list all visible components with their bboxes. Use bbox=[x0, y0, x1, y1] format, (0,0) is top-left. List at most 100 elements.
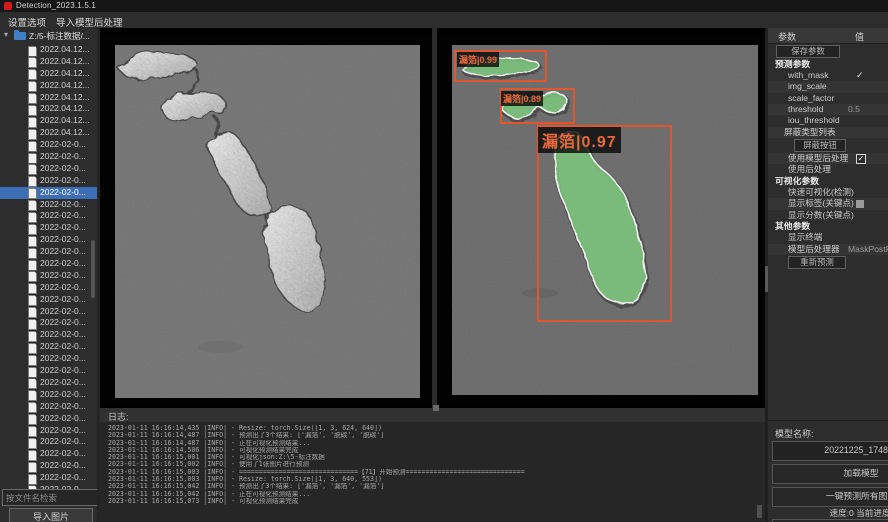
tree-item[interactable]: 2022-02-0... bbox=[0, 175, 97, 187]
log-line: 2023-01-11 16:16:15,003 |INFO| - Resize:… bbox=[108, 476, 758, 483]
tree-item[interactable]: 2022-02-0... bbox=[0, 151, 97, 163]
checkmark-icon[interactable]: ✓ bbox=[856, 70, 864, 81]
filename-search-input[interactable] bbox=[2, 489, 100, 506]
param-label: scale_factor bbox=[788, 93, 834, 104]
tree-item[interactable]: 2022-02-0... bbox=[0, 282, 97, 294]
tree-item-label: 2022.04.12... bbox=[40, 115, 94, 127]
tree-item[interactable]: 2022-02-0... bbox=[0, 460, 97, 472]
file-icon bbox=[28, 200, 37, 211]
detection-box bbox=[537, 125, 672, 322]
log-scrollbar[interactable] bbox=[757, 505, 762, 518]
tree-item-label: 2022-02-0... bbox=[40, 139, 94, 151]
checkbox-checked-icon[interactable]: ✓ bbox=[856, 154, 866, 164]
tree-item[interactable]: 2022-02-0... bbox=[0, 413, 97, 425]
param-section-header: 预测参数 bbox=[768, 59, 888, 70]
checkbox-unchecked-icon[interactable] bbox=[856, 200, 864, 208]
predict-all-button[interactable]: 一键预测所有图片 bbox=[772, 487, 888, 507]
tree-item-label: 2022-02-0... bbox=[40, 222, 94, 234]
file-icon bbox=[28, 188, 37, 199]
tree-item[interactable]: 2022-02-0... bbox=[0, 436, 97, 448]
param-button[interactable]: 屏蔽按钮 bbox=[794, 139, 846, 152]
chevron-down-icon[interactable]: ▾ bbox=[4, 30, 8, 39]
tree-item[interactable]: 2022-02-0... bbox=[0, 163, 97, 175]
tree-item-label: 2022-02-0... bbox=[40, 258, 94, 270]
load-model-button[interactable]: 加载模型 bbox=[772, 464, 888, 484]
file-icon bbox=[28, 81, 37, 92]
tree-item[interactable]: 2022-02-0... bbox=[0, 234, 97, 246]
file-icon bbox=[28, 283, 37, 294]
tree-item[interactable]: 2022.04.12... bbox=[0, 68, 97, 80]
tree-item[interactable]: 2022.04.12... bbox=[0, 115, 97, 127]
log-line: 2023-01-11 16:16:15,042 |INFO| - 预测出了3个结… bbox=[108, 483, 758, 490]
param-row[interactable]: 使用后处理 bbox=[768, 164, 888, 175]
tree-item[interactable]: 2022-02-0... bbox=[0, 210, 97, 222]
detection-label: 漏箔|0.89 bbox=[501, 91, 543, 106]
tree-item[interactable]: 2022-02-0... bbox=[0, 353, 97, 365]
tree-item-label: 2022-02-0... bbox=[40, 175, 94, 187]
tree-item[interactable]: 2022-02-0... bbox=[0, 258, 97, 270]
param-row[interactable]: 模型后处理器MaskPostPro bbox=[768, 244, 888, 255]
tree-item[interactable]: 2022-02-0... bbox=[0, 425, 97, 437]
file-icon bbox=[28, 450, 37, 461]
tree-item[interactable]: 2022-02-0... bbox=[0, 222, 97, 234]
tree-item[interactable]: 2022-02-0... bbox=[0, 448, 97, 460]
param-row[interactable]: scale_factor bbox=[768, 93, 888, 104]
file-icon bbox=[28, 402, 37, 413]
tree-item[interactable]: 2022-02-0... bbox=[0, 246, 97, 258]
tree-item[interactable]: 2022-02-0... bbox=[0, 187, 97, 199]
param-row[interactable]: 快速可视化(检测) bbox=[768, 187, 888, 198]
param-row[interactable]: with_mask✓ bbox=[768, 70, 888, 81]
tree-item-label: 2022-02-0... bbox=[40, 413, 94, 425]
tree-item[interactable]: 2022.04.12... bbox=[0, 56, 97, 68]
tree-item[interactable]: 2022-02-0... bbox=[0, 139, 97, 151]
log-line: 2023-01-11 16:16:14,435 |INFO| - Resize:… bbox=[108, 425, 758, 432]
tree-item[interactable]: 2022.04.12... bbox=[0, 80, 97, 92]
model-name-field[interactable]: 20221225_174813 bbox=[772, 441, 888, 461]
param-row[interactable]: 屏蔽类型列表 bbox=[768, 127, 888, 138]
model-name-label: 模型名称: bbox=[775, 427, 814, 440]
app-window: Detection_2023.1.5.1 设置选项 导入模型后处理 ▾ Z:/5… bbox=[0, 0, 888, 522]
source-image-canvas[interactable] bbox=[115, 45, 420, 398]
tree-scrollbar[interactable] bbox=[91, 240, 95, 298]
tree-item[interactable]: 2022.04.12... bbox=[0, 92, 97, 104]
tree-item-label: 2022.04.12... bbox=[40, 56, 94, 68]
log-panel[interactable]: 2023-01-11 16:16:14,435 |INFO| - Resize:… bbox=[100, 408, 765, 522]
tree-item-label: 2022-02-0... bbox=[40, 353, 94, 365]
param-button[interactable]: 重新预测 bbox=[788, 256, 846, 269]
file-icon bbox=[28, 462, 37, 473]
param-row[interactable]: iou_threshold bbox=[768, 115, 888, 126]
tree-item[interactable]: 2022.04.12... bbox=[0, 127, 97, 139]
tree-item[interactable]: 2022-02-0... bbox=[0, 294, 97, 306]
splitter-grip[interactable] bbox=[433, 405, 439, 411]
tree-item-label: 2022-02-0... bbox=[40, 365, 94, 377]
tree-item[interactable]: 2022-02-0... bbox=[0, 270, 97, 282]
import-images-button[interactable]: 导入图片 bbox=[9, 508, 93, 522]
tree-item[interactable]: 2022.04.12... bbox=[0, 44, 97, 56]
file-icon bbox=[28, 260, 37, 271]
tree-item[interactable]: 2022-02-0... bbox=[0, 401, 97, 413]
tree-item[interactable]: 2022-02-0... bbox=[0, 317, 97, 329]
param-label: 快速可视化(检测) bbox=[788, 187, 854, 198]
param-row[interactable]: threshold0.5 bbox=[768, 104, 888, 115]
param-row[interactable]: 显示终端 bbox=[768, 232, 888, 243]
tree-item[interactable]: 2022-02-0... bbox=[0, 341, 97, 353]
tree-item[interactable]: 2022-02-0... bbox=[0, 389, 97, 401]
tree-item[interactable]: 2022-02-0... bbox=[0, 329, 97, 341]
param-row[interactable]: img_scale bbox=[768, 81, 888, 92]
tree-item[interactable]: 2022-02-0... bbox=[0, 365, 97, 377]
param-row[interactable]: 使用模型后处理✓ bbox=[768, 153, 888, 164]
tree-item[interactable]: 2022-02-0... bbox=[0, 472, 97, 484]
tree-item[interactable]: 2022-02-0... bbox=[0, 199, 97, 211]
param-button[interactable]: 保存参数 bbox=[776, 45, 840, 58]
param-label: threshold bbox=[788, 104, 823, 115]
title-bar: Detection_2023.1.5.1 bbox=[0, 0, 888, 12]
tree-item[interactable]: 2022.04.12... bbox=[0, 103, 97, 115]
tree-item-label: 2022-02-0... bbox=[40, 460, 94, 472]
param-row[interactable]: 显示标签(关键点) bbox=[768, 198, 888, 209]
param-row[interactable]: 显示分数(关键点) bbox=[768, 210, 888, 221]
tree-root[interactable]: ▾ Z:/5-标注数据/... bbox=[0, 30, 97, 42]
tree-item-label: 2022-02-0... bbox=[40, 187, 94, 199]
tree-item[interactable]: 2022-02-0... bbox=[0, 306, 97, 318]
tree-item-label: 2022-02-0... bbox=[40, 199, 94, 211]
tree-item[interactable]: 2022-02-0... bbox=[0, 377, 97, 389]
